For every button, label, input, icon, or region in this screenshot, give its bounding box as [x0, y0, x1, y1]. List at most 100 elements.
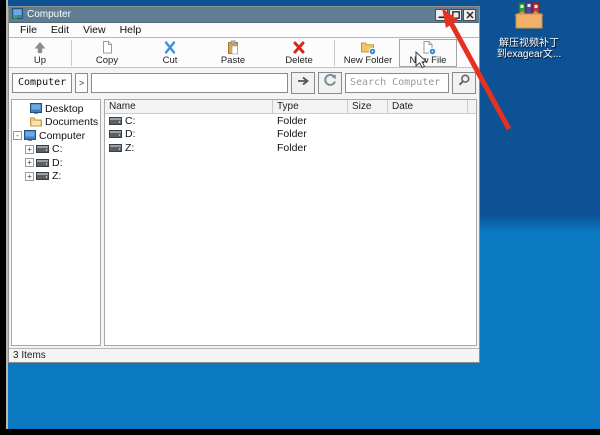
drive-icon	[36, 172, 49, 180]
paste-button[interactable]: Paste	[200, 39, 266, 67]
row-date	[388, 114, 468, 128]
sidebar-item-documents[interactable]: Documents	[12, 116, 100, 130]
search-magnifier-icon	[457, 73, 471, 92]
toolbar-separator	[71, 40, 72, 66]
computer-monitor-icon	[24, 130, 36, 141]
paste-label: Paste	[221, 55, 245, 66]
column-header-date[interactable]: Date	[388, 100, 468, 113]
titlebar[interactable]: Computer	[9, 7, 479, 23]
new-folder-label: New Folder	[344, 55, 393, 66]
maximize-icon	[452, 6, 460, 24]
drive-icon	[109, 130, 122, 138]
up-label: Up	[34, 55, 46, 66]
sidebar-item-label: Z:	[52, 170, 61, 182]
column-header-type[interactable]: Type	[273, 100, 348, 113]
sidebar-item-label: D:	[52, 157, 63, 169]
row-date	[388, 128, 468, 142]
row-name: C:	[125, 115, 136, 127]
up-arrow-icon	[32, 40, 48, 55]
sidebar-item-drive-z[interactable]: + Z:	[12, 170, 100, 184]
new-folder-icon	[360, 40, 377, 55]
drive-icon	[109, 144, 122, 152]
sidebar-item-label: Computer	[39, 130, 85, 142]
sidebar-item-label: Desktop	[45, 103, 84, 115]
row-size	[348, 128, 388, 142]
toolbar: Up Copy Cut	[9, 38, 479, 68]
menu-help[interactable]: Help	[113, 23, 149, 37]
collapse-expander-icon[interactable]: -	[13, 131, 22, 140]
row-type: Folder	[273, 128, 348, 142]
new-folder-button[interactable]: New Folder	[337, 39, 399, 67]
sidebar-item-drive-c[interactable]: + C:	[12, 143, 100, 157]
expand-expander-icon[interactable]: +	[25, 172, 34, 181]
item-count-text: 3 Items	[13, 350, 46, 361]
copy-button[interactable]: Copy	[74, 39, 140, 67]
paste-clipboard-icon	[225, 40, 241, 55]
expand-expander-icon[interactable]: +	[25, 145, 34, 154]
delete-button[interactable]: Delete	[266, 39, 332, 67]
address-input[interactable]	[91, 73, 288, 93]
column-header-name[interactable]: Name	[105, 100, 273, 113]
list-header: Name Type Size Date	[105, 100, 476, 114]
go-arrow-icon	[296, 74, 310, 92]
row-name: D:	[125, 128, 136, 140]
drive-icon	[36, 145, 49, 153]
new-file-icon	[420, 40, 437, 55]
file-list: Name Type Size Date C: Folder	[104, 99, 477, 346]
list-row-drive-d[interactable]: D: Folder	[105, 128, 476, 142]
sidebar-item-computer[interactable]: - Computer	[12, 129, 100, 143]
maximize-button[interactable]	[449, 9, 462, 21]
column-header-size[interactable]: Size	[348, 100, 388, 113]
location-chevron-icon[interactable]: >	[75, 73, 88, 93]
refresh-icon	[323, 73, 337, 92]
minimize-button[interactable]	[435, 9, 448, 21]
window-title: Computer	[27, 7, 435, 22]
toolbar-separator	[334, 40, 335, 66]
addressbar: Computer >	[9, 68, 479, 97]
delete-label: Delete	[285, 55, 312, 66]
search-input[interactable]	[345, 73, 449, 93]
row-name: Z:	[125, 142, 134, 154]
content-area: Desktop Documents - Computer +	[9, 97, 479, 348]
column-header-filler	[468, 100, 476, 113]
search-button[interactable]	[452, 72, 476, 94]
cut-button[interactable]: Cut	[140, 39, 200, 67]
go-button[interactable]	[291, 72, 315, 94]
up-button[interactable]: Up	[11, 39, 69, 67]
row-size	[348, 141, 388, 155]
list-row-drive-z[interactable]: Z: Folder	[105, 141, 476, 155]
sidebar-item-desktop[interactable]: Desktop	[12, 102, 100, 116]
menu-edit[interactable]: Edit	[44, 23, 76, 37]
drive-icon	[36, 159, 49, 167]
desktop-icon-rar-archive[interactable]: 解压视频补丁 到exagear文...	[497, 2, 561, 60]
close-button[interactable]	[463, 9, 476, 21]
row-date	[388, 141, 468, 155]
menubar: File Edit View Help	[9, 23, 479, 38]
refresh-button[interactable]	[318, 72, 342, 94]
desktop-monitor-icon	[30, 103, 42, 114]
sidebar-item-label: C:	[52, 143, 63, 155]
location-button[interactable]: Computer	[12, 73, 72, 93]
new-file-label: New File	[410, 55, 447, 66]
statusbar: 3 Items	[9, 348, 479, 362]
window-app-icon	[12, 6, 23, 24]
documents-folder-icon	[30, 117, 42, 127]
menu-view[interactable]: View	[76, 23, 113, 37]
menu-file[interactable]: File	[13, 23, 44, 37]
delete-x-icon	[291, 40, 307, 55]
winrar-archive-icon	[513, 2, 545, 35]
copy-icon	[99, 40, 115, 55]
expand-expander-icon[interactable]: +	[25, 158, 34, 167]
row-size	[348, 114, 388, 128]
copy-label: Copy	[96, 55, 118, 66]
desktop-icon-label-line2: 到exagear文...	[497, 49, 561, 60]
list-row-drive-c[interactable]: C: Folder	[105, 114, 476, 128]
sidebar-item-drive-d[interactable]: + D:	[12, 156, 100, 170]
cut-scissors-icon	[162, 40, 178, 55]
row-type: Folder	[273, 141, 348, 155]
desktop-icon-label-line1: 解压视频补丁	[499, 38, 559, 49]
new-file-button[interactable]: New File	[399, 39, 457, 67]
close-icon	[466, 6, 474, 24]
drive-icon	[109, 117, 122, 125]
row-type: Folder	[273, 114, 348, 128]
